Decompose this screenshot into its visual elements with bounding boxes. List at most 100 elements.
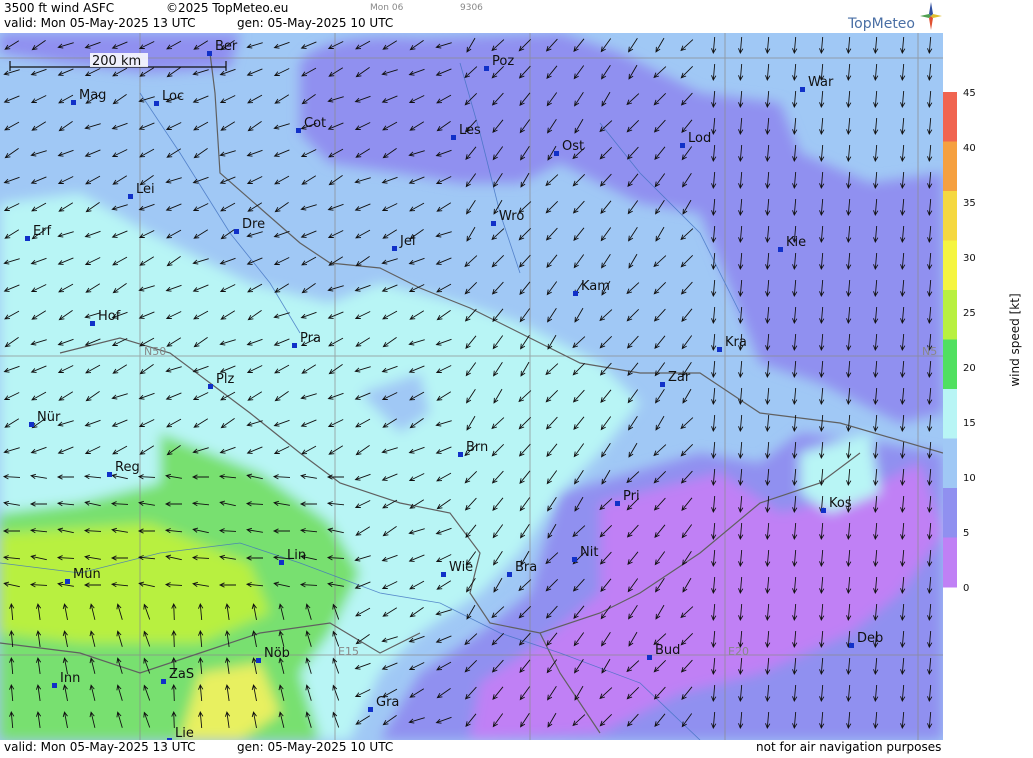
city-marker-icon — [458, 452, 463, 457]
city-label: Kra — [725, 335, 747, 350]
city-label: Gra — [376, 695, 400, 710]
city-label: War — [808, 75, 834, 90]
city-label: Erf — [33, 224, 52, 239]
legend-title: wind speed [kt] — [1008, 293, 1022, 386]
footer-disclaimer: not for air navigation purposes — [756, 740, 942, 754]
city-marker-icon — [65, 579, 70, 584]
city-marker-icon — [161, 679, 166, 684]
city-marker-icon — [107, 472, 112, 477]
legend-tick-label: 5 — [963, 528, 969, 539]
city-label: Plz — [216, 372, 235, 387]
city-label: Mün — [73, 567, 101, 582]
legend-tick-label: 0 — [963, 583, 969, 594]
city-marker-icon — [90, 321, 95, 326]
city-label: Dre — [242, 217, 266, 232]
wind-field-svg: 200 km N50 N5 E15 E20 — [0, 33, 943, 740]
city-marker-icon — [71, 100, 76, 105]
city-marker-icon — [451, 135, 456, 140]
legend-color-segment — [943, 488, 957, 538]
city-marker-icon — [368, 707, 373, 712]
city-marker-icon — [660, 382, 665, 387]
scale-bar-label: 200 km — [92, 54, 141, 69]
run-code: 9306 — [460, 3, 483, 13]
product-title: 3500 ft wind ASFC — [4, 1, 115, 15]
city-marker-icon — [292, 343, 297, 348]
city-label: Ber — [215, 39, 238, 54]
legend-tick-label: 10 — [963, 473, 976, 484]
city-marker-icon — [573, 291, 578, 296]
legend-color-segment — [943, 339, 957, 390]
grid-label-e15: E15 — [338, 645, 359, 658]
legend-color-segment — [943, 290, 957, 340]
city-label: Cot — [304, 116, 327, 131]
footer-valid-time: valid: Mon 05-May-2025 13 UTC — [4, 740, 196, 754]
compass-star-icon — [920, 2, 942, 30]
legend-tick-label: 15 — [963, 418, 976, 429]
city-label: Deb — [857, 631, 884, 646]
city-marker-icon — [800, 87, 805, 92]
map-header: 3500 ft wind ASFC ©2025 TopMeteo.eu Mon … — [0, 0, 943, 33]
legend-tick-label: 30 — [963, 253, 976, 264]
legend-color-segment — [943, 92, 957, 142]
city-label: Les — [459, 123, 481, 138]
city-label: Nür — [37, 410, 61, 425]
legend-color-segment — [943, 438, 957, 489]
copyright: ©2025 TopMeteo.eu — [166, 1, 289, 15]
city-marker-icon — [647, 655, 652, 660]
city-marker-icon — [572, 557, 577, 562]
city-label: Ost — [562, 139, 585, 154]
valid-time: valid: Mon 05-May-2025 13 UTC — [4, 16, 196, 30]
city-label: Brn — [466, 440, 489, 455]
city-marker-icon — [279, 560, 284, 565]
legend-color-segment — [943, 537, 957, 588]
city-label: Kam — [581, 279, 610, 294]
city-marker-icon — [52, 683, 57, 688]
city-label: Hof — [98, 309, 121, 324]
city-marker-icon — [778, 247, 783, 252]
city-label: Nit — [580, 545, 599, 560]
city-label: Reg — [115, 460, 140, 475]
run-day: Mon 06 — [370, 3, 404, 13]
city-marker-icon — [849, 643, 854, 648]
city-marker-icon — [717, 347, 722, 352]
legend-tick-label: 25 — [963, 308, 976, 319]
legend-color-segment — [943, 141, 957, 192]
city-marker-icon — [821, 508, 826, 513]
city-marker-icon — [441, 572, 446, 577]
city-marker-icon — [507, 572, 512, 577]
city-label: Pri — [623, 489, 640, 504]
city-label: Zar — [668, 370, 691, 385]
legend-tick-label: 45 — [963, 88, 976, 99]
map-footer: valid: Mon 05-May-2025 13 UTC gen: 05-Ma… — [0, 740, 943, 754]
city-marker-icon — [392, 246, 397, 251]
city-label: Wie — [449, 560, 474, 575]
city-label: Lod — [688, 131, 712, 146]
city-marker-icon — [29, 422, 34, 427]
wind-map[interactable]: 200 km N50 N5 E15 E20 Ber Poz War Mag Loc Cot… — [0, 33, 943, 740]
city-marker-icon — [25, 236, 30, 241]
city-label: Pra — [300, 331, 321, 346]
city-marker-icon — [615, 501, 620, 506]
city-label: Poz — [492, 54, 515, 69]
city-label: Bra — [515, 560, 538, 575]
legend-color-segment — [943, 389, 957, 439]
grid-label-e20: E20 — [728, 645, 749, 658]
city-marker-icon — [296, 128, 301, 133]
city-label: Jel — [400, 234, 416, 249]
city-label: Kos — [829, 496, 852, 511]
city-label: Kie — [786, 235, 807, 250]
city-marker-icon — [154, 101, 159, 106]
legend-colorbar: 45 40 35 30 25 20 15 10 5 0 wind speed [kt] — [943, 88, 1022, 594]
city-marker-icon — [484, 66, 489, 71]
city-label: Loc — [162, 89, 185, 104]
footer-generated-time: gen: 05-May-2025 10 UTC — [237, 740, 394, 754]
city-marker-icon — [234, 229, 239, 234]
wind-speed-legend: 45 40 35 30 25 20 15 10 5 0 wind speed [kt] — [943, 0, 1033, 754]
grid-label-n50-right: N5 — [922, 345, 937, 358]
legend-color-segment — [943, 191, 957, 241]
city-label: Mag — [79, 88, 107, 103]
legend-tick-label: 20 — [963, 363, 976, 374]
city-label: Bud — [655, 643, 681, 658]
city-marker-icon — [128, 194, 133, 199]
city-marker-icon — [256, 658, 261, 663]
